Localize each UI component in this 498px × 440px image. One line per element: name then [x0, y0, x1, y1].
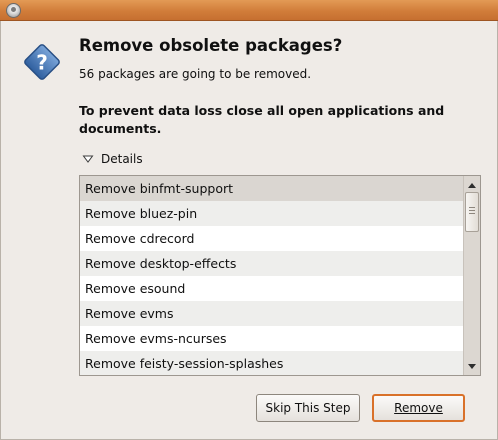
scroll-down-arrow-icon[interactable] — [465, 359, 479, 374]
details-expander[interactable]: Details — [82, 151, 143, 167]
vertical-scrollbar[interactable] — [463, 176, 480, 375]
list-item[interactable]: Remove desktop-effects — [80, 251, 463, 276]
dialog-warning: To prevent data loss close all open appl… — [79, 103, 445, 136]
expander-arrow-icon — [82, 155, 94, 163]
question-icon: ? — [24, 44, 60, 80]
scrollbar-thumb[interactable] — [465, 192, 479, 232]
dialog-summary: 56 packages are going to be removed. — [79, 67, 312, 81]
remove-button[interactable]: Remove — [372, 394, 465, 422]
list-item[interactable]: Remove feisty-session-splashes — [80, 351, 463, 375]
list-item[interactable]: Remove cdrecord — [80, 226, 463, 251]
list-item[interactable]: Remove bluez-pin — [80, 201, 463, 226]
package-list[interactable]: Remove binfmt-support Remove bluez-pin Rem… — [79, 175, 481, 376]
dialog-heading: Remove obsolete packages? — [79, 36, 343, 55]
details-label: Details — [101, 152, 143, 166]
list-item[interactable]: Remove esound — [80, 276, 463, 301]
svg-text:?: ? — [36, 51, 48, 75]
skip-this-step-button[interactable]: Skip This Step — [256, 394, 360, 422]
list-item[interactable]: Remove evms — [80, 301, 463, 326]
window-menu-icon[interactable] — [6, 3, 21, 18]
list-item[interactable]: Remove binfmt-support — [80, 176, 463, 201]
title-bar[interactable] — [0, 0, 498, 21]
list-item[interactable]: Remove evms-ncurses — [80, 326, 463, 351]
scroll-up-arrow-icon[interactable] — [465, 177, 479, 192]
remove-button-label: Remove — [394, 401, 443, 415]
